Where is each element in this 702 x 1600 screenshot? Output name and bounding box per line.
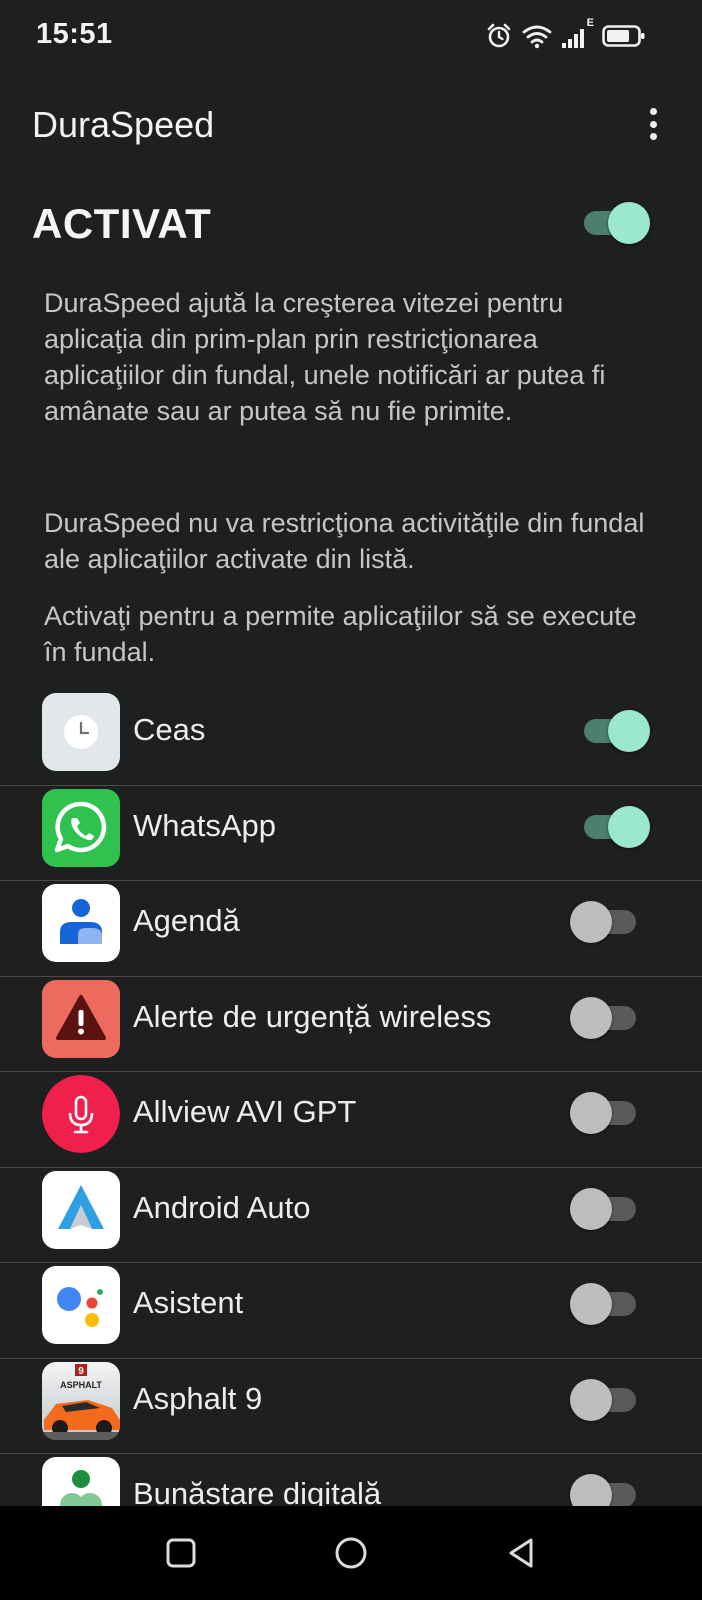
asphalt-logo-text: ASPHALT bbox=[60, 1380, 102, 1390]
app-name: Alerte de urgență wireless bbox=[133, 998, 492, 1034]
app-name: Ceas bbox=[133, 712, 206, 747]
app-row-bunastare[interactable]: Bunăstare digitală bbox=[0, 1454, 702, 1506]
status-bar: 15:51 E bbox=[0, 0, 702, 72]
master-switch-label: ACTIVAT bbox=[32, 200, 212, 247]
emergency-alert-icon bbox=[42, 979, 120, 1058]
app-row-asistent[interactable]: Asistent bbox=[0, 1263, 702, 1359]
clock-icon bbox=[42, 693, 120, 771]
app-name: Asistent bbox=[133, 1285, 244, 1320]
more-vert-icon[interactable] bbox=[638, 104, 668, 144]
description-intro: DuraSpeed ajută la creşterea vitezei pen… bbox=[44, 288, 606, 426]
asphalt-game-icon: 9 ASPHALT bbox=[42, 1361, 120, 1440]
app-list: Ceas WhatsApp Agendă Alerte de urgență w… bbox=[0, 690, 702, 1506]
app-name: Asphalt 9 bbox=[133, 1380, 263, 1416]
asphalt-logo-number: 9 bbox=[78, 1366, 84, 1377]
app-bar: DuraSpeed bbox=[0, 90, 702, 162]
android-auto-icon bbox=[42, 1170, 120, 1249]
description-note: DuraSpeed nu va restricţiona activităţil… bbox=[44, 508, 645, 574]
signal-icon: E bbox=[562, 17, 594, 49]
app-title: DuraSpeed bbox=[32, 104, 215, 145]
battery-icon bbox=[602, 24, 646, 48]
app-name: Allview AVI GPT bbox=[133, 1094, 357, 1129]
app-toggle[interactable] bbox=[570, 1474, 636, 1506]
microphone-icon bbox=[42, 1075, 120, 1153]
app-name: Bunăstare digitală bbox=[133, 1476, 382, 1506]
app-toggle[interactable] bbox=[570, 1092, 636, 1134]
app-toggle[interactable] bbox=[584, 710, 650, 752]
digital-wellbeing-icon bbox=[42, 1457, 120, 1506]
home-icon[interactable] bbox=[326, 1528, 376, 1578]
app-row-agenda[interactable]: Agendă bbox=[0, 881, 702, 977]
app-row-android-auto[interactable]: Android Auto bbox=[0, 1168, 702, 1263]
app-toggle[interactable] bbox=[570, 996, 636, 1039]
back-icon[interactable] bbox=[496, 1528, 546, 1578]
app-row-alerte[interactable]: Alerte de urgență wireless bbox=[0, 977, 702, 1072]
app-toggle[interactable] bbox=[570, 1187, 636, 1230]
status-time: 15:51 bbox=[36, 18, 113, 50]
master-switch-row[interactable]: ACTIVAT bbox=[0, 190, 702, 262]
app-row-asphalt[interactable]: 9 ASPHALT Asphalt 9 bbox=[0, 1359, 702, 1454]
contacts-icon bbox=[42, 884, 120, 962]
assistant-icon bbox=[42, 1266, 120, 1344]
status-icons: E bbox=[486, 17, 646, 52]
app-row-ceas[interactable]: Ceas bbox=[0, 690, 702, 786]
app-name: WhatsApp bbox=[133, 807, 277, 843]
whatsapp-icon bbox=[42, 788, 120, 867]
app-toggle[interactable] bbox=[570, 901, 636, 943]
app-row-allview[interactable]: Allview AVI GPT bbox=[0, 1072, 702, 1168]
app-name: Android Auto bbox=[133, 1189, 311, 1225]
network-type-label: E bbox=[586, 17, 594, 29]
navigation-bar bbox=[0, 1506, 702, 1600]
app-toggle[interactable] bbox=[584, 805, 650, 848]
app-name: Agendă bbox=[133, 903, 240, 938]
recents-icon[interactable] bbox=[156, 1528, 206, 1578]
alarm-icon bbox=[486, 23, 512, 49]
wifi-icon bbox=[522, 23, 552, 49]
description-instruction: Activaţi pentru a permite aplicaţiilor s… bbox=[44, 601, 637, 667]
master-switch[interactable] bbox=[584, 202, 650, 244]
app-toggle[interactable] bbox=[570, 1378, 636, 1421]
app-toggle[interactable] bbox=[570, 1283, 636, 1325]
app-row-whatsapp[interactable]: WhatsApp bbox=[0, 786, 702, 881]
